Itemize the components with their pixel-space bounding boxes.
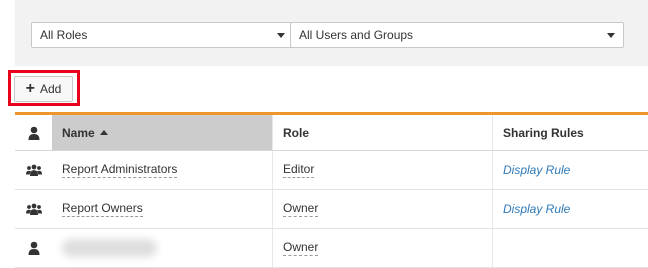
row-sharing-rule-cell (492, 229, 648, 267)
row-role-cell: Owner (272, 190, 492, 228)
table-row: Report Administrators Editor Display Rul… (15, 151, 648, 190)
row-role-cell: Editor (272, 151, 492, 189)
row-role[interactable]: Owner (283, 240, 319, 256)
display-rule-link[interactable]: Display Rule (503, 163, 570, 177)
sort-ascending-icon (99, 130, 108, 135)
users-groups-filter-value: All Users and Groups (299, 28, 414, 42)
row-sharing-rule-cell: Display Rule (492, 190, 648, 228)
plus-icon: + (25, 80, 35, 97)
row-sharing-rule-cell: Display Rule (492, 151, 648, 189)
user-icon (28, 126, 39, 140)
roles-filter-select[interactable]: All Roles (31, 22, 294, 48)
role-column-header[interactable]: Role (272, 115, 492, 150)
row-name-cell (52, 229, 272, 267)
chevron-down-icon (607, 32, 615, 38)
add-button[interactable]: + Add (14, 76, 73, 102)
row-role-cell: Owner (272, 229, 492, 267)
chevron-down-icon (277, 32, 285, 38)
row-type-cell (15, 151, 52, 189)
row-name-cell: Report Administrators (52, 151, 272, 189)
redacted-user-name[interactable] (62, 239, 157, 257)
row-name[interactable]: Report Administrators (62, 162, 178, 178)
roles-filter-value: All Roles (40, 28, 88, 42)
row-type-cell (15, 190, 52, 228)
name-column-label: Name (62, 125, 95, 140)
group-icon (25, 164, 42, 176)
sharing-rules-column-header[interactable]: Sharing Rules (492, 115, 648, 150)
group-icon (25, 203, 42, 215)
users-groups-filter-select[interactable]: All Users and Groups (290, 22, 624, 48)
name-column-header[interactable]: Name (52, 115, 272, 150)
table-row: Report Owners Owner Display Rule (15, 190, 648, 229)
user-icon (28, 241, 39, 255)
row-name[interactable]: Report Owners (62, 201, 143, 217)
row-role[interactable]: Editor (283, 162, 315, 178)
sharing-table: Name Role Sharing Rules Report Administr… (15, 115, 648, 268)
row-type-cell (15, 229, 52, 267)
row-name-cell: Report Owners (52, 190, 272, 228)
table-header-row: Name Role Sharing Rules (15, 115, 648, 151)
display-rule-link[interactable]: Display Rule (503, 202, 570, 216)
sharing-rules-column-label: Sharing Rules (503, 125, 584, 140)
role-column-label: Role (283, 125, 310, 140)
filter-bar: All Roles All Users and Groups (15, 0, 648, 66)
type-column-header (15, 115, 52, 150)
add-button-label: Add (39, 82, 62, 96)
row-role[interactable]: Owner (283, 201, 319, 217)
table-row: Owner (15, 229, 648, 268)
